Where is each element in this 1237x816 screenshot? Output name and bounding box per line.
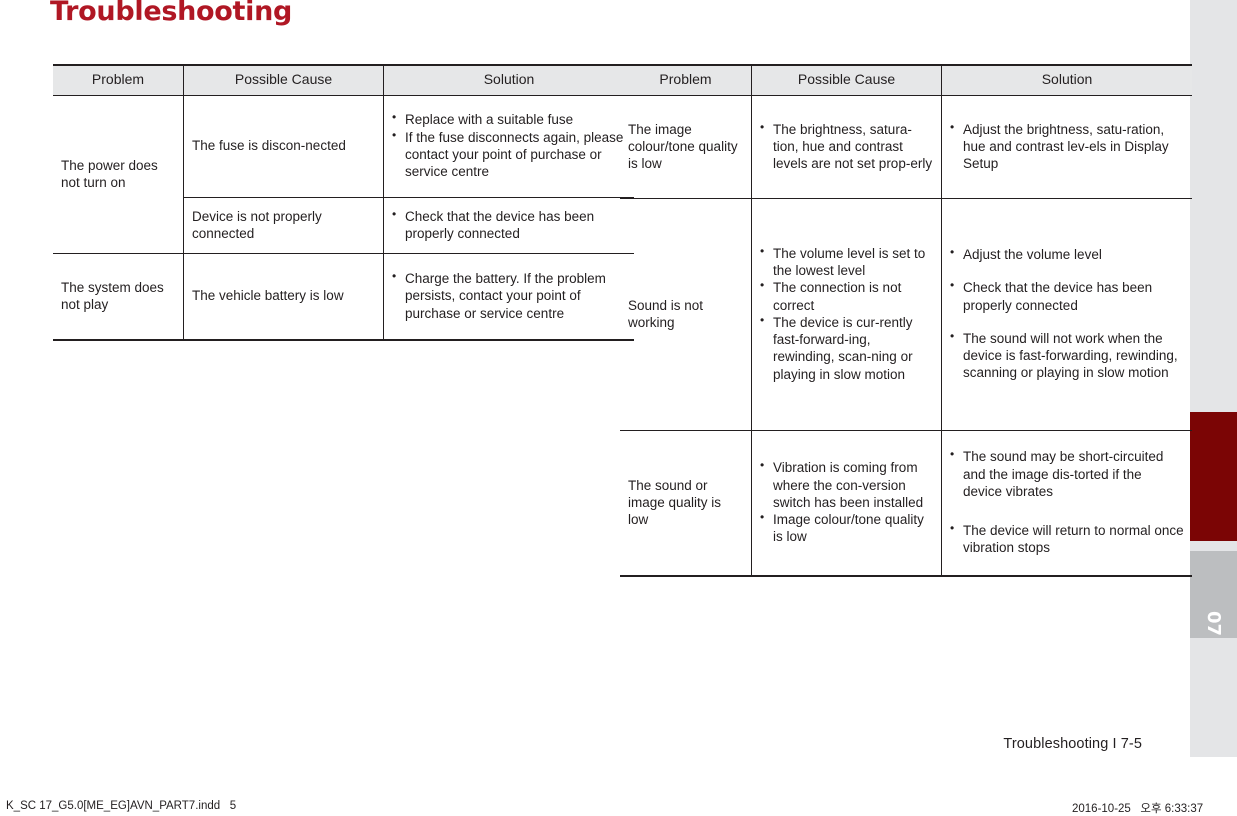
list-item: The device is cur-rently fast-forward-in… [760, 313, 933, 383]
list-item: Adjust the volume level [950, 245, 1184, 263]
list-item: Charge the battery. If the problem persi… [392, 269, 626, 322]
table-row: The sound or image quality is low Vibrat… [620, 429, 1192, 577]
cause-bullet-list: Vibration is coming from where the con-v… [760, 458, 933, 546]
troubleshooting-table-left: Problem Possible Cause Solution The powe… [53, 63, 634, 341]
chapter-tab-number-block: 07 [1190, 551, 1237, 638]
col-header-problem: Problem [620, 63, 752, 96]
cell-problem: The system does not play [53, 252, 184, 341]
chapter-tab-active-marker [1190, 412, 1237, 541]
cell-problem: The sound or image quality is low [620, 429, 752, 577]
solution-bullet-list: The sound may be short-circuited and the… [950, 447, 1184, 557]
list-item: Image colour/tone quality is low [760, 510, 933, 546]
cell-possible-cause: The volume level is set to the lowest le… [751, 197, 942, 431]
list-item: Vibration is coming from where the con-v… [760, 458, 933, 511]
table-right-head: Problem Possible Cause Solution [620, 63, 1192, 96]
cell-possible-cause: The vehicle battery is low [183, 252, 384, 341]
col-header-possible-cause: Possible Cause [183, 63, 384, 96]
cell-solution: Replace with a suitable fuse If the fuse… [383, 94, 634, 198]
list-item: Check that the device has been properly … [950, 278, 1184, 314]
table-row-header: Problem Possible Cause Solution [620, 63, 1192, 96]
cell-possible-cause: Device is not properly connected [183, 196, 384, 254]
chapter-tab-strip: 07 [1190, 0, 1237, 757]
table-right-body: The image colour/tone quality is low The… [620, 94, 1192, 577]
cell-possible-cause: Vibration is coming from where the con-v… [751, 429, 942, 577]
cell-solution: Check that the device has been properly … [383, 196, 634, 254]
table-row: The system does not play The vehicle bat… [53, 252, 634, 341]
list-item: The device will return to normal once vi… [950, 521, 1184, 557]
solution-bullet-list: Replace with a suitable fuse If the fuse… [392, 110, 626, 181]
cell-solution: Adjust the brightness, satu-ration, hue … [941, 94, 1192, 199]
solution-bullet-list: Check that the device has been properly … [392, 207, 626, 243]
solution-bullet-list: Adjust the volume level Check that the d… [950, 245, 1184, 382]
print-footer-filename: K_SC 17_G5.0[ME_EG]AVN_PART7.indd 5 [6, 800, 237, 812]
list-item: The sound will not work when the device … [950, 329, 1184, 382]
solution-bullet-list: Adjust the brightness, satu-ration, hue … [950, 120, 1184, 173]
cell-solution: Adjust the volume level Check that the d… [941, 197, 1192, 431]
table-row-header: Problem Possible Cause Solution [53, 63, 634, 96]
col-header-possible-cause: Possible Cause [751, 63, 942, 96]
list-item: The volume level is set to the lowest le… [760, 244, 933, 280]
cell-problem: Sound is not working [620, 197, 752, 431]
cause-bullet-list: The volume level is set to the lowest le… [760, 244, 933, 383]
list-item: Replace with a suitable fuse [392, 110, 626, 128]
col-header-solution: Solution [383, 63, 634, 96]
list-item: The connection is not correct [760, 278, 933, 314]
cell-solution: The sound may be short-circuited and the… [941, 429, 1192, 577]
list-item: The brightness, satura-tion, hue and con… [760, 120, 933, 173]
solution-bullet-list: Charge the battery. If the problem persi… [392, 269, 626, 322]
cell-problem: The power does not turn on [53, 94, 184, 254]
col-header-solution: Solution [941, 63, 1192, 96]
list-item: Check that the device has been properly … [392, 207, 626, 243]
troubleshooting-table-right: Problem Possible Cause Solution The imag… [620, 63, 1192, 577]
table-row: The power does not turn on The fuse is d… [53, 94, 634, 254]
cell-solution: Charge the battery. If the problem persi… [383, 252, 634, 341]
page-title: Troubleshooting [50, 0, 293, 27]
col-header-problem: Problem [53, 63, 184, 96]
cell-possible-cause: The fuse is discon-nected [183, 94, 384, 198]
table-left-head: Problem Possible Cause Solution [53, 63, 634, 96]
list-item: If the fuse disconnects again, please co… [392, 128, 626, 181]
cell-possible-cause: The brightness, satura-tion, hue and con… [751, 94, 942, 199]
cell-problem: The image colour/tone quality is low [620, 94, 752, 199]
table-row: Sound is not working The volume level is… [620, 197, 1192, 431]
list-item: The sound may be short-circuited and the… [950, 447, 1184, 500]
cause-bullet-list: The brightness, satura-tion, hue and con… [760, 120, 933, 173]
table-row: The image colour/tone quality is low The… [620, 94, 1192, 199]
list-item: Adjust the brightness, satu-ration, hue … [950, 120, 1184, 173]
table-left-body: The power does not turn on The fuse is d… [53, 94, 634, 341]
footer-chapter-label: Troubleshooting I 7-5 [1003, 736, 1142, 752]
chapter-tab-number-label: 07 [1203, 610, 1224, 637]
